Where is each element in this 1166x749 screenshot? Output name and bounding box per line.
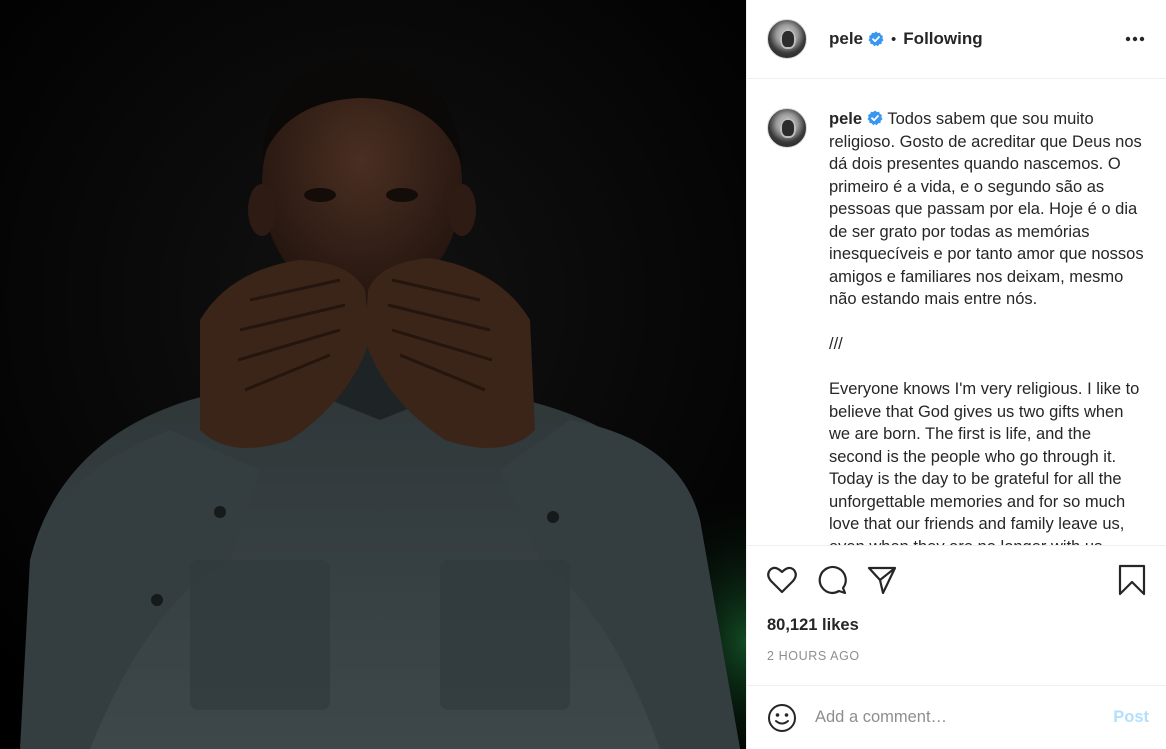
post-photo[interactable]: [0, 0, 746, 749]
following-button[interactable]: Following: [903, 29, 982, 49]
more-options-icon[interactable]: [1124, 28, 1146, 50]
caption-text: pele Todos sabem que sou muito religioso…: [829, 108, 1147, 545]
post-timestamp[interactable]: 2 HOURS AGO: [767, 649, 860, 663]
verified-badge-icon: [868, 31, 884, 47]
post-header: pele • Following: [747, 0, 1166, 79]
likes-count[interactable]: 80,121 likes: [767, 616, 859, 635]
separator-dot: •: [891, 30, 897, 48]
caption-body: Todos sabem que sou muito religioso. Gos…: [829, 110, 1144, 545]
emoji-icon[interactable]: [765, 701, 799, 735]
paper-plane-icon[interactable]: [865, 563, 899, 597]
photo-illustration: [0, 0, 746, 749]
caption-username[interactable]: pele: [829, 110, 862, 128]
author-avatar[interactable]: [767, 19, 807, 59]
author-username[interactable]: pele: [829, 29, 863, 49]
comment-icon[interactable]: [815, 563, 849, 597]
caption-author-avatar[interactable]: [767, 108, 807, 148]
caption-row: pele Todos sabem que sou muito religioso…: [767, 108, 1147, 545]
comment-input[interactable]: [815, 708, 1085, 727]
comment-bar: Post: [747, 685, 1166, 749]
verified-badge-icon: [867, 110, 883, 126]
post-details-panel: pele • Following pele Todos sabem que so…: [746, 0, 1166, 749]
post-actions: [747, 555, 1166, 605]
post-comment-button[interactable]: Post: [1113, 708, 1149, 727]
heart-icon[interactable]: [765, 563, 799, 597]
caption-scroll-area[interactable]: pele Todos sabem que sou muito religioso…: [747, 80, 1166, 546]
bookmark-icon[interactable]: [1115, 563, 1149, 597]
